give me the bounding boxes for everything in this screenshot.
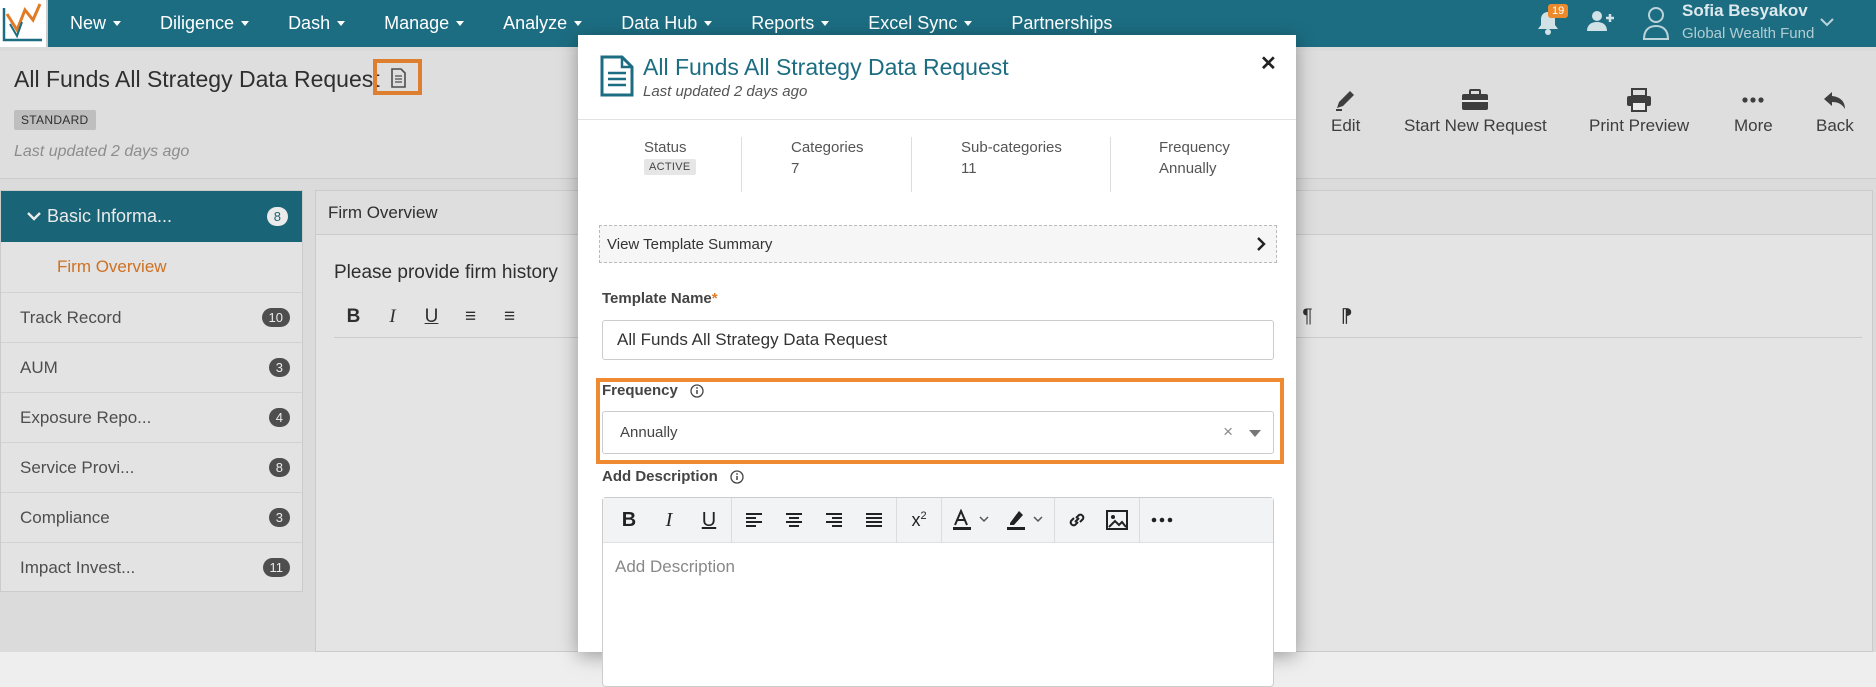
caret-down-icon: [704, 21, 713, 26]
nav-item-data-hub[interactable]: Data Hub: [621, 13, 713, 34]
more-options-icon[interactable]: [1142, 498, 1182, 543]
nav-item-label: Manage: [384, 13, 450, 33]
nav-item-analyze[interactable]: Analyze: [503, 13, 583, 34]
template-name-label: Template Name*: [602, 290, 718, 307]
image-icon[interactable]: [1097, 498, 1137, 543]
status-label: Status: [644, 139, 687, 156]
divider: [896, 497, 897, 543]
caret-down-icon: [456, 21, 465, 26]
template-name-input[interactable]: [602, 320, 1274, 360]
status-badge: ACTIVE: [644, 159, 696, 175]
align-center-icon[interactable]: [774, 498, 814, 543]
bold-icon[interactable]: B: [609, 498, 649, 543]
nav-item-manage[interactable]: Manage: [384, 13, 465, 34]
align-left-icon[interactable]: [734, 498, 774, 543]
app-logo[interactable]: [0, 0, 48, 47]
frequency-selected-value: Annually: [620, 424, 678, 441]
align-justify-icon[interactable]: [854, 498, 894, 543]
description-label: Add Description: [602, 468, 744, 485]
chevron-down-icon[interactable]: [1820, 18, 1834, 27]
divider: [1110, 137, 1111, 192]
stat-frequency: Frequency Annually: [1159, 139, 1230, 177]
italic-icon[interactable]: I: [649, 498, 689, 543]
document-icon: [600, 55, 634, 97]
caret-down-icon: [113, 21, 122, 26]
modal-title: All Funds All Strategy Data Request: [643, 54, 1009, 80]
info-icon[interactable]: [690, 384, 704, 398]
divider: [741, 137, 742, 192]
underline-icon[interactable]: U: [689, 498, 729, 543]
user-avatar-icon[interactable]: [1642, 5, 1674, 41]
description-editor: B I U x2 Add Description: [602, 497, 1274, 687]
nav-item-label: Analyze: [503, 13, 568, 33]
dropdown-arrow-icon[interactable]: [1249, 430, 1261, 437]
users-icon[interactable]: [1586, 9, 1616, 33]
close-icon[interactable]: ✕: [1260, 51, 1277, 76]
nav-item-label: Excel Sync: [868, 13, 958, 33]
nav-item-label: Data Hub: [621, 13, 698, 33]
nav-item-label: Partnerships: [1011, 13, 1113, 33]
stat-subcategories: Sub-categories 11: [961, 139, 1062, 177]
caret-down-icon: [337, 21, 346, 26]
caret-down-icon: [241, 21, 250, 26]
nav-item-new[interactable]: New: [70, 13, 122, 34]
frequency-select[interactable]: Annually ×: [602, 411, 1274, 454]
frequency-label-text: Frequency: [602, 382, 678, 399]
view-template-summary-label: View Template Summary: [607, 235, 773, 253]
nav-item-excel-sync[interactable]: Excel Sync: [868, 13, 973, 34]
divider: [941, 497, 942, 543]
divider: [911, 137, 912, 192]
frequency-label: Frequency: [602, 382, 704, 399]
user-name[interactable]: Sofia Besyakov: [1682, 1, 1808, 21]
divider: [1054, 497, 1055, 543]
font-color-icon[interactable]: [944, 498, 998, 543]
description-label-text: Add Description: [602, 468, 718, 485]
divider: [1139, 497, 1140, 543]
categories-value: 7: [791, 160, 800, 177]
nav-item-label: Diligence: [160, 13, 235, 33]
info-icon[interactable]: [730, 470, 744, 484]
subcategories-label: Sub-categories: [961, 139, 1062, 156]
clear-icon[interactable]: ×: [1223, 422, 1233, 442]
required-marker: *: [711, 290, 718, 307]
nav-item-label: Dash: [288, 13, 331, 33]
align-right-icon[interactable]: [814, 498, 854, 543]
view-template-summary-button[interactable]: View Template Summary: [599, 225, 1277, 263]
description-input[interactable]: Add Description: [603, 543, 1273, 591]
link-icon[interactable]: [1057, 498, 1097, 543]
template-name-label-text: Template Name: [602, 290, 712, 307]
chevron-right-icon: [1257, 237, 1266, 251]
nav-item-reports[interactable]: Reports: [751, 13, 830, 34]
caret-down-icon: [821, 21, 830, 26]
divider: [578, 119, 1296, 120]
highlight-color-icon[interactable]: [998, 498, 1052, 543]
nav-item-partnerships[interactable]: Partnerships: [1011, 13, 1112, 34]
user-organization: Global Wealth Fund: [1682, 25, 1815, 42]
description-editor-toolbar: B I U x2: [603, 497, 1273, 543]
stat-categories: Categories 7: [791, 139, 864, 177]
notification-count-badge: 19: [1548, 4, 1569, 18]
superscript-icon[interactable]: x2: [899, 498, 939, 543]
caret-down-icon: [574, 21, 583, 26]
template-modal: All Funds All Strategy Data Request Last…: [578, 35, 1296, 687]
nav-item-label: Reports: [751, 13, 815, 33]
nav-item-dash[interactable]: Dash: [288, 13, 346, 34]
modal-last-updated: Last updated 2 days ago: [643, 83, 808, 100]
nav-item-label: New: [70, 13, 107, 33]
divider: [731, 497, 732, 543]
caret-down-icon: [964, 21, 973, 26]
subcategories-value: 11: [961, 160, 977, 177]
stat-status: Status ACTIVE: [644, 139, 696, 175]
frequency-stat-value: Annually: [1159, 160, 1217, 177]
frequency-stat-label: Frequency: [1159, 139, 1230, 156]
nav-item-diligence[interactable]: Diligence: [160, 13, 250, 34]
categories-label: Categories: [791, 139, 864, 156]
